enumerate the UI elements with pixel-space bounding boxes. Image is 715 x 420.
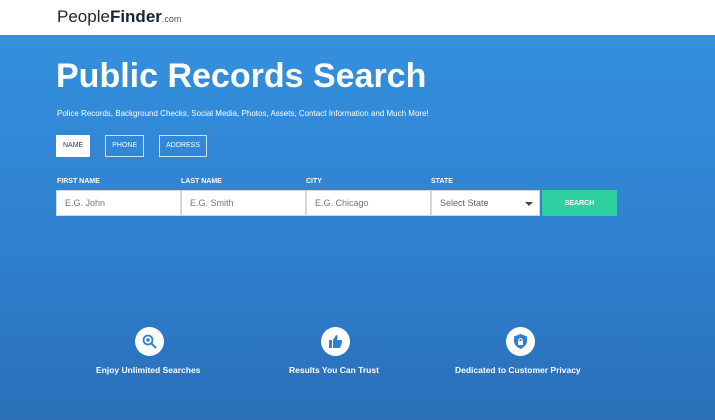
tab-address[interactable]: ADDRESS [159,135,207,157]
search-type-tabs: NAME PHONE ADDRESS [56,135,207,157]
search-button[interactable]: SEARCH [542,190,617,216]
thumbs-up-icon [321,327,350,356]
chevron-down-icon [525,202,533,206]
feature-label: Results You Can Trust [289,365,379,375]
shield-lock-icon [506,327,535,356]
logo-finder-text: Finder [109,7,162,26]
search-form: Select State SEARCH [56,190,617,216]
page-title: Public Records Search [56,57,427,95]
form-labels: FIRST NAME LAST NAME CITY STATE [0,178,715,188]
feature-label: Enjoy Unlimited Searches [96,365,201,375]
magnifier-icon [135,327,164,356]
page-subtitle: Police Records, Background Checks, Socia… [57,109,429,118]
state-select[interactable]: Select State [431,190,540,216]
last-name-label: LAST NAME [181,178,222,185]
state-label: STATE [431,178,453,185]
site-logo[interactable]: PeopleFinder.com [57,7,181,27]
top-navigation-bar: PeopleFinder.com [0,0,715,35]
logo-people-text: People [57,7,110,26]
logo-domain-suffix: .com [161,14,182,24]
city-label: CITY [306,178,322,185]
feature-label: Dedicated to Customer Privacy [455,365,581,375]
city-input[interactable] [306,190,431,216]
first-name-label: FIRST NAME [57,178,100,185]
first-name-input[interactable] [56,190,181,216]
tab-name[interactable]: NAME [56,135,91,157]
tab-phone[interactable]: PHONE [105,135,145,157]
last-name-input[interactable] [181,190,306,216]
state-select-value: Select State [440,198,489,208]
